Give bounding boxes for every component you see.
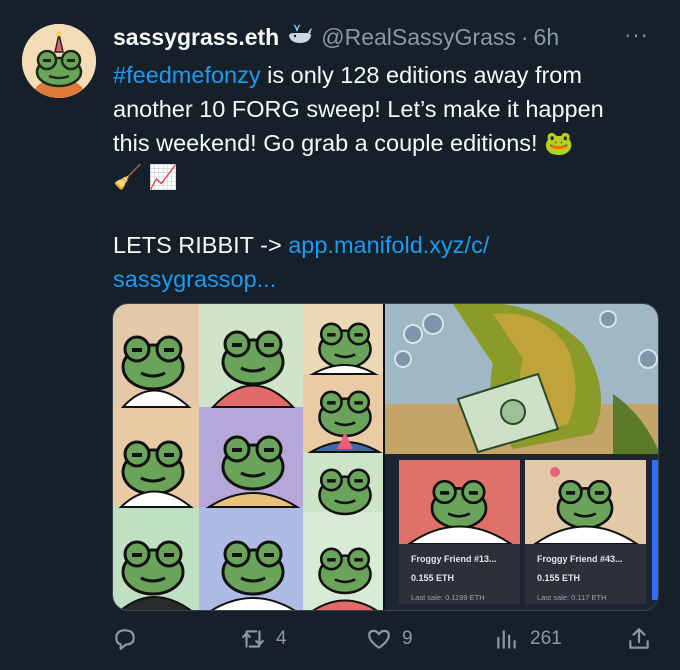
display-name[interactable]: sassygrass.eth <box>113 24 279 51</box>
reply-button[interactable] <box>112 622 148 656</box>
share-button[interactable] <box>626 622 652 656</box>
retweet-count: 4 <box>276 628 287 649</box>
heart-icon <box>368 629 390 649</box>
url-link[interactable]: app.manifold.xyz/c/ <box>288 232 489 258</box>
text-line: 🧹 📈 <box>113 164 179 190</box>
share-icon <box>629 628 649 649</box>
tweet-header: sassygrass.eth @RealSassyGrass · 6h <box>113 22 559 52</box>
tweet[interactable]: sassygrass.eth @RealSassyGrass · 6h ··· … <box>0 0 680 670</box>
listing-price: 0.155 ETH <box>411 573 455 583</box>
views-button[interactable]: 261 <box>494 622 562 656</box>
avatar[interactable] <box>22 24 96 98</box>
analytics-icon <box>497 630 516 649</box>
media-attachment[interactable]: Froggy Friend #13... 0.155 ETH Last sale… <box>112 303 659 611</box>
url-link-continued[interactable]: sassygrassop... <box>113 262 653 296</box>
listing-price: 0.155 ETH <box>537 573 581 583</box>
handle[interactable]: @RealSassyGrass <box>321 24 516 51</box>
listing-title: Froggy Friend #13... <box>411 554 497 564</box>
tweet-text: #feedmefonzy is only 128 editions away f… <box>113 58 653 296</box>
text-line: this weekend! Go grab a couple editions!… <box>113 130 574 156</box>
whale-icon <box>287 23 313 51</box>
listing-card[interactable]: Froggy Friend #13... 0.155 ETH Last sale… <box>411 550 521 607</box>
reply-icon <box>115 629 135 650</box>
retweet-button[interactable]: 4 <box>240 622 287 656</box>
listing-title: Froggy Friend #43... <box>537 554 623 564</box>
cta-text: LETS RIBBIT -> <box>113 232 289 258</box>
listing-card[interactable]: Froggy Friend #43... 0.155 ETH Last sale… <box>537 550 647 607</box>
retweet-icon <box>242 630 264 648</box>
timestamp[interactable]: 6h <box>534 24 560 51</box>
text-line: #feedmefonzy is only 128 editions away f… <box>113 58 653 92</box>
frog-avatar-icon <box>22 24 96 98</box>
text-line: another 10 FORG sweep! Let’s make it hap… <box>113 96 604 122</box>
like-count: 9 <box>402 628 413 649</box>
separator-dot: · <box>520 23 529 50</box>
listing-last-sale: Last sale: 0.117 ETH <box>537 593 607 602</box>
text-line: LETS RIBBIT -> app.manifold.xyz/c/ <box>113 228 653 262</box>
listing-last-sale: Last sale: 0.1199 ETH <box>411 593 485 602</box>
like-button[interactable]: 9 <box>366 622 413 656</box>
action-bar: 4 9 261 <box>0 622 680 656</box>
hashtag-link[interactable]: #feedmefonzy <box>113 62 261 88</box>
text-segment: is only 128 editions away from <box>260 62 582 88</box>
more-icon[interactable]: ··· <box>624 22 660 52</box>
views-count: 261 <box>530 628 562 649</box>
